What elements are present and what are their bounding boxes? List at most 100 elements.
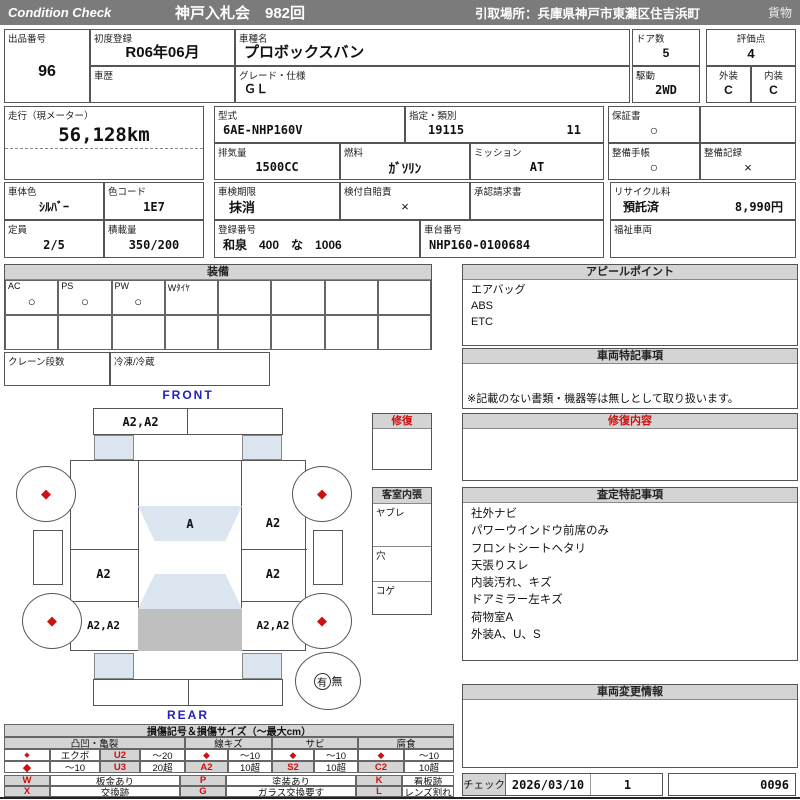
- assessment-notes-text: 社外ナビ パワーウインドウ前席のみ フロントシートヘタリ 天張りスレ 内装汚れ、…: [471, 508, 609, 641]
- grade-cell: グレード・仕様 ＧＬ: [235, 66, 630, 103]
- equipment-value: ○: [80, 294, 89, 309]
- front-bumper: A2,A2: [93, 408, 283, 435]
- cabin-lining-row-label: コゲ: [376, 586, 396, 597]
- legend-diamond-large-icon: ◆: [4, 761, 50, 773]
- taillight-right: [242, 653, 282, 679]
- exterior-grade-value: C: [724, 83, 733, 97]
- assessment-notes-title: 査定特記事項: [463, 488, 797, 503]
- rear-window: [138, 574, 242, 609]
- mileage-cell: 走行（現メーター） 56,128km: [4, 106, 204, 180]
- approval-request-cell: 承認請求書: [470, 182, 604, 220]
- chassis-number-cell: 車台番号 NHP160-0100684: [420, 220, 604, 258]
- equipment-cell: [164, 315, 218, 350]
- damage-diamond-icon: ◆: [317, 613, 327, 628]
- spare-tire-indicator: 有 無: [295, 652, 361, 710]
- legend-diamond-icon: ◆: [358, 749, 404, 761]
- color-code-value: 1E7: [143, 199, 165, 214]
- legend-cell: ～10: [314, 749, 358, 761]
- color-code-cell: 色コード 1E7: [104, 182, 204, 220]
- legend-cell: ～10: [404, 749, 454, 761]
- check-row-box: チェック 2026/03/10 1: [462, 773, 663, 796]
- cargo-area: [138, 609, 242, 651]
- equipment-cell: [377, 315, 431, 350]
- legend-desc-cell: 塗装あり: [226, 775, 356, 786]
- lot-number-value: 96: [38, 62, 56, 80]
- repair-content-title: 修復内容: [463, 414, 797, 429]
- crane-cell: クレーン段数: [4, 352, 110, 386]
- appeal-points-section: アピールポイント エアバッグ ABS ETC: [462, 264, 798, 346]
- equipment-title: 装備: [5, 265, 431, 280]
- equipment-cell: Wﾀｲﾔ: [164, 280, 218, 315]
- score-cell: 評価点 4: [706, 29, 796, 66]
- windshield: A: [138, 506, 242, 541]
- appeal-points-title: アピールポイント: [463, 265, 797, 280]
- reefer-value: [111, 364, 269, 385]
- displacement-cell: 排気量 1500CC: [214, 143, 340, 180]
- approval-request-value: [471, 194, 603, 219]
- equipment-cell: [271, 315, 325, 350]
- equipment-row-1: AC ○ PS ○ PW ○ Wﾀｲﾔ: [5, 280, 431, 315]
- sheet-number: 0096: [760, 777, 789, 792]
- brand-logo: Condition Check: [8, 5, 112, 20]
- rear-right-wheel: ◆: [292, 593, 352, 649]
- legend-cell: 10超: [314, 761, 358, 773]
- drive-cell: 駆動 2WD: [632, 66, 700, 103]
- insurance-value: ×: [401, 199, 409, 214]
- first-registration-cell: 初度登録 R06年06月: [90, 29, 235, 66]
- crane-value: [5, 364, 109, 385]
- model-name-value: プロボックスバン: [244, 44, 365, 61]
- equipment-cell: [377, 280, 431, 315]
- capacity-value: 2/5: [43, 237, 65, 252]
- legend-letter-cell: L: [356, 786, 402, 797]
- inspection-cell: 車検期限 抹消: [214, 182, 340, 220]
- auction-title: 神戸入札会 982回: [175, 5, 306, 22]
- front-right-wheel: ◆: [292, 466, 352, 522]
- equipment-cell: [324, 280, 378, 315]
- cabin-lining-row-hole: 穴: [373, 546, 431, 581]
- first-registration-value: R06年06月: [125, 44, 200, 61]
- right-mirror: [313, 530, 343, 585]
- reefer-cell: 冷凍/冷蔵: [110, 352, 270, 386]
- front-left-wheel: ◆: [16, 466, 76, 522]
- equipment-value: ○: [27, 294, 36, 309]
- legend-diamond-icon: ◆: [272, 749, 314, 761]
- spare-present-mark: 有: [313, 672, 331, 690]
- taillight-left: [94, 653, 134, 679]
- class-number: 19115: [428, 123, 465, 137]
- front-direction-label: FRONT: [162, 388, 214, 402]
- equipment-cell: [111, 315, 165, 350]
- legend-cell: ～10: [50, 761, 100, 773]
- recycle-fee-values: 預託済 8,990円: [611, 194, 795, 219]
- change-info-section: 車両変更情報: [462, 684, 798, 768]
- cabin-lining-row-label: ヤブレ: [376, 508, 405, 519]
- welfare-vehicle-value: [611, 232, 795, 257]
- legend-cell: ～10: [228, 749, 272, 761]
- recycle-fee-amount: 8,990円: [734, 200, 783, 214]
- cabin-lining-box: 客室内張 ヤブレ 穴 コゲ: [372, 487, 432, 615]
- equipment-value: [379, 289, 430, 314]
- maintenance-book-cell: 整備手帳 ○: [608, 143, 700, 180]
- fuel-value: ｶﾞｿﾘﾝ: [388, 160, 422, 176]
- legend-diamond-small-icon: ◆: [4, 749, 50, 761]
- capacity-cell: 定員 2/5: [4, 220, 104, 258]
- damage-diamond-icon: ◆: [317, 486, 327, 501]
- legend-cell: ～20: [140, 749, 185, 761]
- legend-title: 損傷記号＆損傷サイズ（～最大cm）: [4, 724, 454, 737]
- body-color-value: ｼﾙﾊﾞｰ: [38, 200, 69, 214]
- appeal-points-text: エアバッグ ABS ETC: [471, 284, 526, 328]
- front-bumper-left-half: A2,A2: [94, 409, 188, 434]
- check-label: チェック: [463, 774, 506, 795]
- maintenance-book-value: ○: [649, 159, 659, 175]
- doors-cell: ドア数 5: [632, 29, 700, 66]
- equipment-cell: [218, 280, 272, 315]
- equipment-value: ○: [134, 294, 143, 309]
- legend-code-cell: C2: [358, 761, 404, 773]
- doors-value: 5: [662, 46, 670, 60]
- recycle-status: 預託済: [623, 200, 660, 214]
- transmission-cell: ミッション AT: [470, 143, 604, 180]
- legend-diamond-icon: ◆: [185, 749, 228, 761]
- legend-letter-cell: P: [180, 775, 226, 786]
- transmission-value: AT: [529, 160, 545, 174]
- equipment-row-2: [5, 315, 431, 350]
- equipment-value: [326, 289, 377, 314]
